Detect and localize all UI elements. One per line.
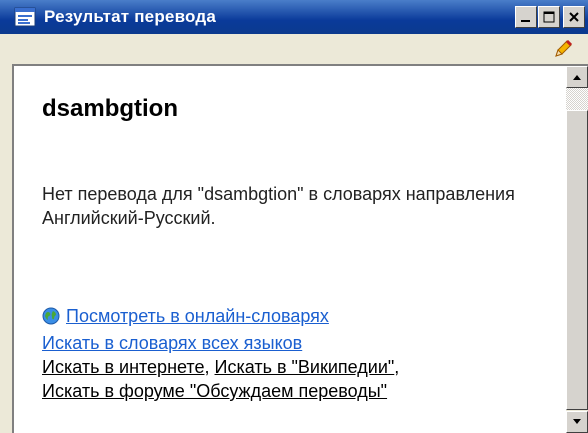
- web-search-row: Искать в интернете, Искать в "Википедии"…: [42, 355, 542, 379]
- search-wikipedia-link[interactable]: Искать в "Википедии": [215, 357, 395, 377]
- arrow-up-icon: [573, 75, 581, 80]
- close-button[interactable]: [563, 6, 585, 28]
- minimize-button[interactable]: [515, 6, 537, 28]
- vertical-scrollbar[interactable]: [566, 66, 588, 433]
- separator-comma: ,: [204, 357, 210, 377]
- scroll-down-button[interactable]: [566, 411, 588, 433]
- separator-comma: ,: [394, 357, 400, 377]
- all-languages-row: Искать в словарях всех языков: [42, 331, 542, 355]
- translation-result-window: Результат перевода dsambgtion Нет перево…: [0, 0, 588, 433]
- arrow-down-icon: [573, 419, 581, 424]
- result-document: dsambgtion: [42, 94, 532, 124]
- searched-word: dsambgtion: [42, 95, 178, 122]
- forum-row: Искать в форуме "Обсуждаем переводы": [42, 379, 542, 403]
- maximize-icon: [543, 11, 555, 23]
- window-title: Результат перевода: [44, 7, 217, 26]
- search-links: Посмотреть в онлайн-словарях Искать в сл…: [42, 304, 542, 403]
- minimize-icon: [521, 20, 530, 22]
- no-translation-message: Нет перевода для "dsambgtion" в словарях…: [42, 184, 515, 228]
- search-all-languages-link[interactable]: Искать в словарях всех языков: [42, 333, 302, 353]
- close-icon: [569, 12, 579, 22]
- maximize-button[interactable]: [538, 6, 560, 28]
- content-frame: dsambgtion Нет перевода для "dsambgtion"…: [12, 64, 588, 433]
- globe-icon: [42, 307, 60, 331]
- pencil-icon[interactable]: [552, 38, 574, 60]
- toolbar: [0, 34, 588, 64]
- scrollbar-track[interactable]: [566, 88, 588, 110]
- search-forum-link[interactable]: Искать в форуме "Обсуждаем переводы": [42, 381, 387, 401]
- online-dictionaries-link[interactable]: Посмотреть в онлайн-словарях: [66, 306, 329, 326]
- title-bar[interactable]: Результат перевода: [0, 0, 588, 34]
- search-internet-link[interactable]: Искать в интернете: [42, 357, 204, 377]
- online-dictionaries-row: Посмотреть в онлайн-словарях: [42, 304, 542, 331]
- dictionary-window-icon: [14, 7, 36, 27]
- scrollbar-thumb[interactable]: [566, 110, 588, 410]
- scroll-up-button[interactable]: [566, 66, 588, 88]
